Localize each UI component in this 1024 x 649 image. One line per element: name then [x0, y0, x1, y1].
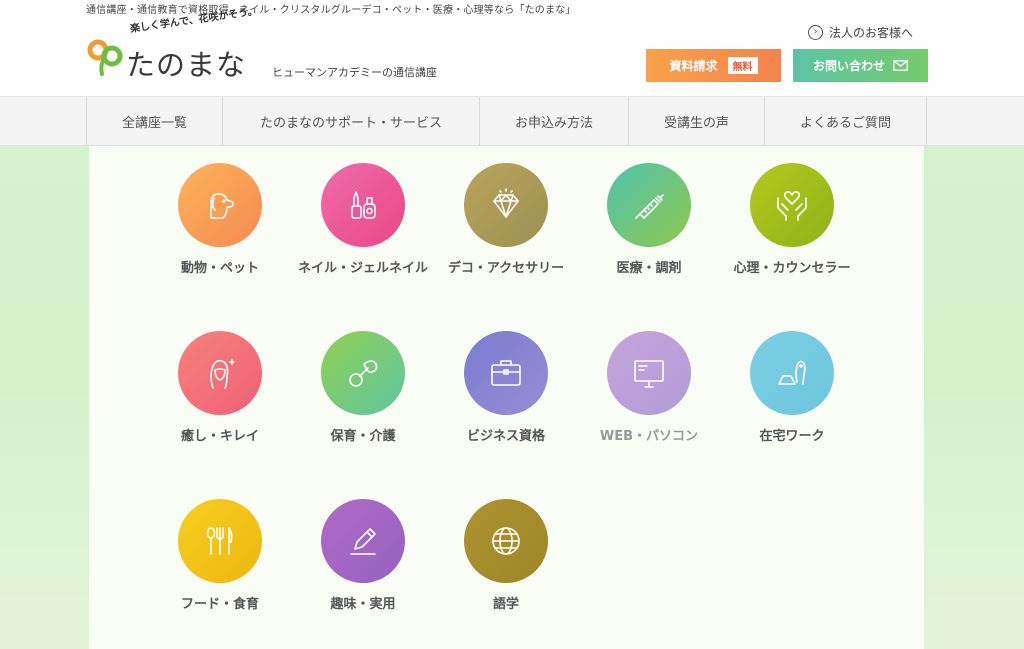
cutlery-icon: [206, 527, 233, 555]
header-tagline: 通信講座・通信教育で資格取得、ネイル・クリスタルグルーデコ・ペット・医療・心理等…: [86, 5, 576, 16]
globe-icon: [492, 527, 520, 555]
category-deco-accessories[interactable]: デコ・アクセサリー: [436, 163, 576, 276]
dog-icon: [210, 193, 234, 219]
laptop-person-icon: [778, 360, 806, 385]
category-circle: [464, 499, 548, 583]
logo-subtitle: ヒューマンアカデミーの通信講座: [272, 66, 437, 79]
category-circle: [464, 163, 548, 247]
diamond-icon: [493, 188, 519, 218]
global-nav: 全講座一覧 たのまなのサポート・サービス お申込み方法 受講生の声 よくあるご質…: [0, 96, 1024, 146]
category-label: 癒し・キレイ: [180, 429, 259, 444]
category-label: 動物・ペット: [180, 261, 259, 276]
category-circle: [464, 331, 548, 415]
category-medical[interactable]: 医療・調剤: [579, 163, 719, 276]
corporate-link-label: 法人のお客様へ: [829, 26, 914, 40]
category-circle: [321, 499, 405, 583]
category-psychology[interactable]: 心理・カウンセラー: [722, 163, 862, 276]
pacifier-icon: [349, 360, 378, 387]
category-hobby[interactable]: 趣味・実用: [293, 499, 433, 612]
nav-support-services[interactable]: たのまなのサポート・サービス: [222, 97, 479, 145]
contact-label: お問い合わせ: [812, 59, 885, 73]
category-label: 趣味・実用: [330, 597, 396, 612]
category-circle: [750, 331, 834, 415]
free-badge: 無料: [727, 57, 758, 74]
woman-sparkle-icon: [210, 359, 235, 389]
nav-faq[interactable]: よくあるご質問: [764, 97, 927, 145]
category-circle: [321, 331, 405, 415]
syringe-icon: [635, 194, 664, 219]
category-circle: [321, 163, 405, 247]
category-label: WEB・パソコン: [599, 429, 699, 444]
corporate-link[interactable]: › 法人のお客様へ: [808, 24, 913, 41]
category-label: ネイル・ジェルネイル: [297, 261, 428, 276]
category-web-pc[interactable]: WEB・パソコン: [579, 331, 719, 444]
category-language[interactable]: 語学: [436, 499, 576, 612]
category-label: 保育・介護: [330, 429, 396, 444]
category-healing-beauty[interactable]: 癒し・キレイ: [150, 331, 290, 444]
category-label: 心理・カウンセラー: [733, 261, 851, 276]
category-remote-work[interactable]: 在宅ワーク: [722, 331, 862, 444]
briefcase-icon: [491, 360, 521, 386]
request-materials-button[interactable]: 資料請求 無料: [646, 49, 781, 82]
nav-how-to-apply[interactable]: お申込み方法: [479, 97, 628, 145]
category-label: 在宅ワーク: [759, 429, 825, 444]
nav-all-courses[interactable]: 全講座一覧: [86, 97, 222, 145]
category-label: 語学: [492, 597, 519, 612]
category-panel: 動物・ペット ネイル・ジェルネイル デコ・アクセサリー 医療・調剤 心理・カウン…: [89, 146, 924, 649]
category-circle: [178, 331, 262, 415]
hands-heart-icon: [777, 191, 807, 221]
category-circle: [607, 163, 691, 247]
category-circle: [607, 331, 691, 415]
category-food[interactable]: フード・食育: [150, 499, 290, 612]
category-nail[interactable]: ネイル・ジェルネイル: [293, 163, 433, 276]
category-label: デコ・アクセサリー: [447, 261, 565, 276]
monitor-icon: [634, 360, 664, 388]
nav-student-voices[interactable]: 受講生の声: [628, 97, 764, 145]
category-business[interactable]: ビジネス資格: [436, 331, 576, 444]
logo[interactable]: 楽しく学んで、花咲かそう。 たのまな: [86, 6, 266, 82]
contact-button[interactable]: お問い合わせ: [793, 49, 928, 82]
category-animals-pets[interactable]: 動物・ペット: [150, 163, 290, 276]
request-materials-label: 資料請求: [669, 59, 718, 73]
category-circle: [178, 499, 262, 583]
flower-logo-icon: [87, 39, 123, 76]
nail-polish-icon: [351, 191, 376, 219]
category-childcare-nursing[interactable]: 保育・介護: [293, 331, 433, 444]
category-circle: [750, 163, 834, 247]
chevron-right-circle-icon: ›: [808, 25, 823, 40]
mail-icon: [893, 60, 908, 71]
logo-text: たのまな: [126, 48, 247, 82]
site-header: 通信講座・通信教育で資格取得、ネイル・クリスタルグルーデコ・ペット・医療・心理等…: [0, 0, 1024, 96]
category-label: フード・食育: [180, 597, 259, 612]
category-circle: [178, 163, 262, 247]
pen-icon: [350, 528, 376, 555]
category-label: ビジネス資格: [466, 429, 545, 444]
category-label: 医療・調剤: [616, 261, 682, 276]
